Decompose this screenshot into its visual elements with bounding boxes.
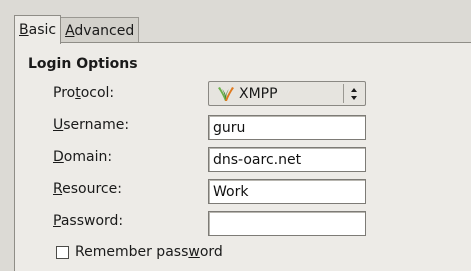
domain-field[interactable] <box>208 147 366 172</box>
resource-label: Resource: <box>53 181 122 197</box>
login-options-heading: Login Options <box>28 56 138 72</box>
tab-advanced-label: Advanced <box>65 22 135 39</box>
combo-separator <box>343 84 344 103</box>
protocol-select[interactable]: XMPP <box>208 81 366 106</box>
password-label: Password: <box>53 213 124 229</box>
remember-password-checkbox[interactable] <box>56 245 69 259</box>
username-label: Username: <box>53 117 130 133</box>
tab-basic-label: Basic <box>19 22 57 38</box>
remember-password-label: Remember password <box>75 244 223 260</box>
remember-password-row[interactable]: Remember password <box>56 244 223 260</box>
protocol-label: Protocol: <box>53 85 115 101</box>
resource-field[interactable] <box>208 179 366 204</box>
protocol-value: XMPP <box>239 85 278 102</box>
domain-label: Domain: <box>53 149 113 165</box>
tab-bar: Basic Advanced <box>14 15 140 44</box>
username-field[interactable] <box>208 115 366 140</box>
tab-advanced[interactable]: Advanced <box>61 17 140 43</box>
tab-basic[interactable]: Basic <box>14 15 62 44</box>
spin-arrows-icon <box>349 86 359 102</box>
xmpp-logo-icon <box>218 86 234 101</box>
password-field[interactable] <box>208 211 366 236</box>
